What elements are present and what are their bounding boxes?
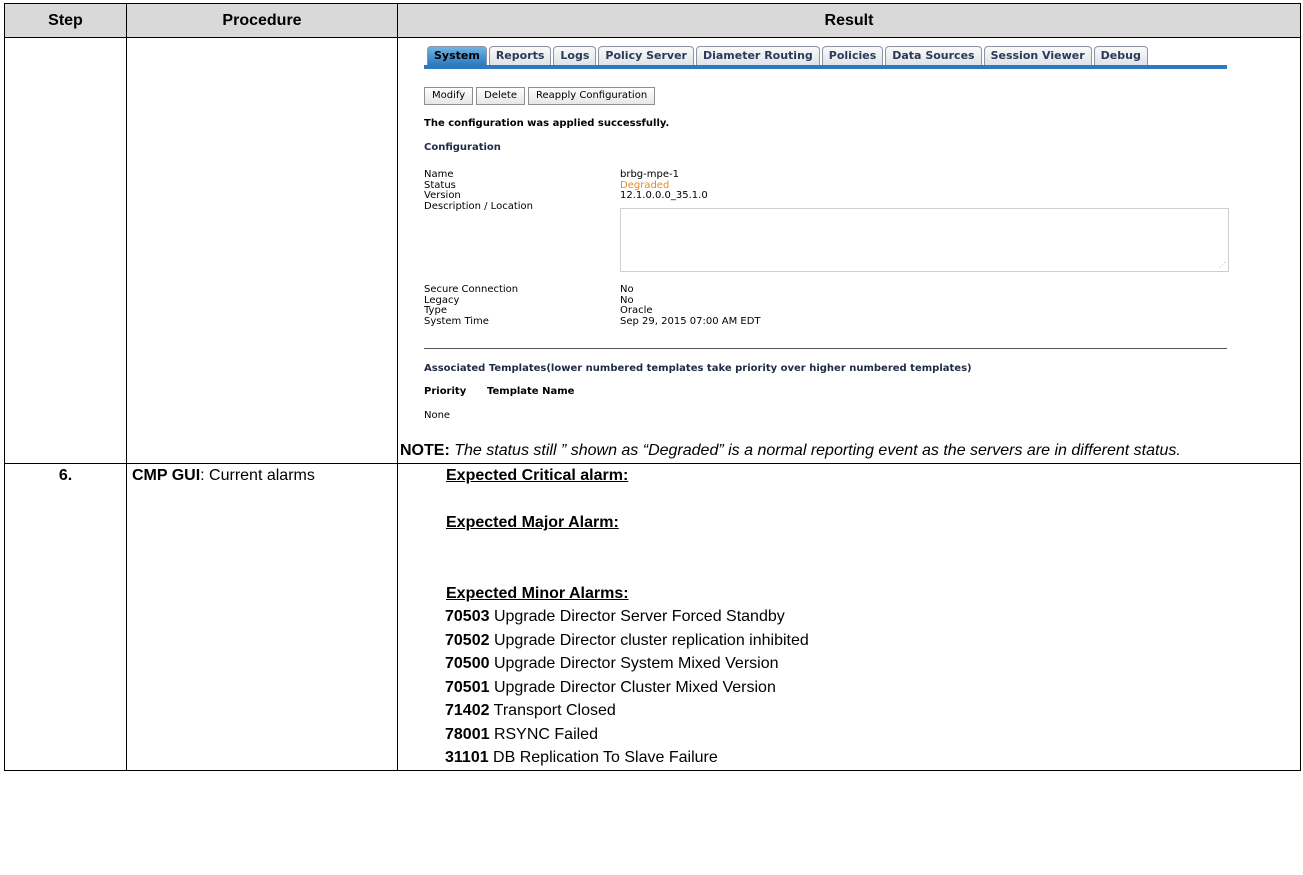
step-5-number-cell: [4, 37, 127, 464]
alarm-item: 70501 Upgrade Director Cluster Mixed Ver…: [445, 678, 776, 696]
description-label: Description / Location: [424, 200, 533, 212]
procedure-bold: CMP GUI: [132, 467, 201, 484]
header-row: Step Procedure Result: [4, 3, 1301, 38]
tab-underline: [424, 65, 1227, 69]
action-buttons: Modify Delete Reapply Configuration: [424, 87, 658, 105]
note-paragraph: NOTE: The status still ” shown as “Degra…: [398, 438, 1300, 463]
system-time-label: System Time: [424, 315, 489, 327]
step-5-row: System Reports Logs Policy Server Diamet…: [4, 37, 1301, 464]
step-5-procedure-cell: [126, 37, 398, 464]
name-label: Name: [424, 169, 454, 180]
success-message: The configuration was applied successful…: [424, 118, 670, 129]
step-6-number: 6.: [4, 463, 127, 771]
resize-grip-icon[interactable]: ⋰: [1219, 261, 1226, 269]
alarm-item: 31101 DB Replication To Slave Failure: [445, 749, 718, 766]
major-alarm-heading: Expected Major Alarm:: [446, 514, 619, 531]
tab-data-sources[interactable]: Data Sources: [885, 46, 982, 65]
description-textarea[interactable]: ⋰: [620, 208, 1229, 272]
step-5-result-cell: System Reports Logs Policy Server Diamet…: [397, 37, 1301, 464]
tab-policy-server[interactable]: Policy Server: [598, 46, 694, 65]
tab-session-viewer[interactable]: Session Viewer: [983, 46, 1092, 65]
procedure-text: : Current alarms: [200, 467, 315, 484]
step-6-row: 6. CMP GUI: Current alarms Expected Crit…: [4, 463, 1301, 771]
note-text: The status still ” shown as “Degraded” i…: [454, 442, 1181, 459]
step-6-procedure: CMP GUI: Current alarms: [126, 463, 398, 771]
tab-policies[interactable]: Policies: [821, 46, 884, 65]
name-value: brbg-mpe-1: [620, 169, 679, 180]
modify-button[interactable]: Modify: [424, 87, 474, 105]
procedure-table: Step Procedure Result System Reports Log…: [4, 3, 1301, 771]
alarm-item: 78001 RSYNC Failed: [445, 725, 598, 743]
system-time-value: Sep 29, 2015 07:00 AM EDT: [620, 315, 761, 327]
alarm-item: 70503 Upgrade Director Server Forced Sta…: [445, 608, 785, 625]
section-divider: [424, 348, 1227, 349]
step-header: Step: [4, 3, 127, 38]
tab-bar: System Reports Logs Policy Server Diamet…: [427, 46, 1150, 65]
template-name-column-header: Template Name: [487, 386, 575, 397]
alarm-item: 71402 Transport Closed: [445, 702, 616, 719]
version-value: 12.1.0.0.0_35.1.0: [620, 190, 708, 201]
type-label: Type: [424, 305, 447, 316]
configuration-heading: Configuration: [424, 142, 501, 153]
delete-button[interactable]: Delete: [476, 87, 525, 105]
alarm-item: 70502 Upgrade Director cluster replicati…: [445, 631, 809, 649]
alarm-item: 70500 Upgrade Director System Mixed Vers…: [445, 655, 779, 672]
note-label: NOTE:: [400, 442, 450, 459]
version-label: Version: [424, 190, 461, 201]
type-value: Oracle: [620, 305, 653, 316]
step-6-result: Expected Critical alarm: Expected Major …: [397, 463, 1301, 771]
associated-templates-heading: Associated Templates(lower numbered temp…: [424, 363, 972, 374]
templates-none: None: [424, 410, 451, 421]
procedure-header: Procedure: [126, 3, 398, 38]
secure-connection-value: No: [620, 284, 634, 295]
cmp-gui-screenshot: System Reports Logs Policy Server Diamet…: [398, 38, 1300, 438]
priority-column-header: Priority: [424, 386, 467, 397]
tab-debug[interactable]: Debug: [1093, 46, 1148, 65]
tab-logs[interactable]: Logs: [553, 46, 597, 65]
secure-connection-label: Secure Connection: [424, 284, 519, 295]
minor-alarm-list: 70503 Upgrade Director Server Forced Sta…: [445, 605, 1300, 770]
tab-diameter-routing[interactable]: Diameter Routing: [695, 46, 820, 65]
result-header: Result: [397, 3, 1301, 38]
critical-alarm-heading: Expected Critical alarm:: [446, 467, 629, 484]
tab-system[interactable]: System: [427, 46, 487, 65]
minor-alarm-heading: Expected Minor Alarms:: [446, 584, 629, 602]
reapply-configuration-button[interactable]: Reapply Configuration: [528, 87, 656, 105]
tab-reports[interactable]: Reports: [488, 46, 552, 65]
